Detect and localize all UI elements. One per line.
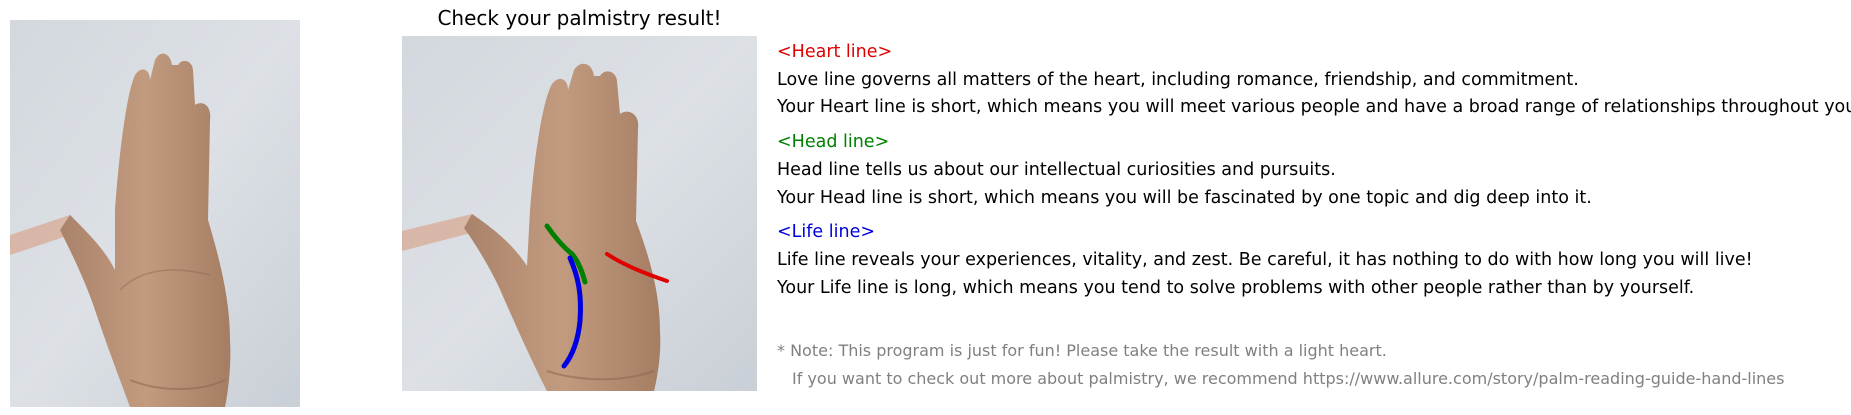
palmistry-reference: If you want to check out more about palm… xyxy=(792,369,1785,388)
life-line-header: <Life line> xyxy=(777,222,876,242)
head-line-result: Your Head line is short, which means you… xyxy=(777,188,1592,208)
head-line-header: <Head line> xyxy=(777,132,890,152)
head-line-description: Head line tells us about our intellectua… xyxy=(777,160,1336,180)
hand-with-lines-photo-icon xyxy=(402,36,757,391)
hand-photo-icon xyxy=(10,20,300,407)
fun-note: * Note: This program is just for fun! Pl… xyxy=(777,341,1387,360)
life-line-description: Life line reveals your experiences, vita… xyxy=(777,250,1753,270)
heart-line-description: Love line governs all matters of the hea… xyxy=(777,70,1579,90)
life-line-result: Your Life line is long, which means you … xyxy=(777,278,1695,298)
heart-line-header: <Heart line> xyxy=(777,42,893,62)
page-title: Check your palmistry result! xyxy=(437,6,722,30)
heart-line-result: Your Heart line is short, which means yo… xyxy=(777,97,1851,117)
